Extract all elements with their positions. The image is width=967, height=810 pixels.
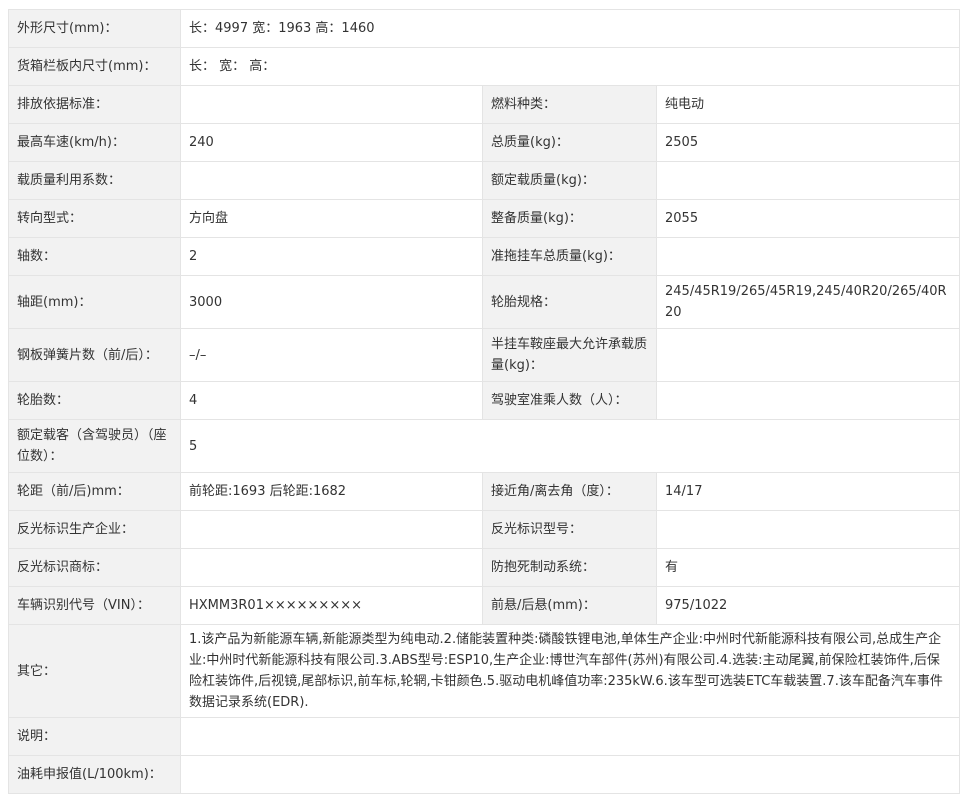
spec-row: 货箱栏板内尺寸(mm)： 长： 宽： 高： — [8, 47, 961, 86]
spec-value — [655, 161, 961, 200]
spec-value — [655, 510, 961, 549]
spec-label: 钢板弹簧片数（前/后）： — [8, 328, 181, 382]
spec-label: 接近角/离去角（度）： — [482, 472, 657, 511]
spec-label: 反光标识生产企业： — [8, 510, 181, 549]
vehicle-spec-table: 外形尺寸(mm)： 长：4997 宽：1963 高：1460 货箱栏板内尺寸(mm)… — [8, 9, 961, 794]
spec-value: 4 — [180, 381, 483, 420]
spec-value — [179, 717, 961, 756]
spec-row: 轮距（前/后)mm： 前轮距:1693 后轮距:1682 接近角/离去角（度）： 14… — [8, 472, 961, 511]
spec-value: 纯电动 — [655, 85, 961, 124]
spec-label: 说明： — [8, 717, 181, 756]
spec-label: 额定载客（含驾驶员）（座位数）： — [8, 419, 181, 473]
spec-row: 车辆识别代号（VIN）： HXMM3R01××××××××× 前悬/后悬(mm)： 9… — [8, 586, 961, 625]
spec-label: 反光标识型号： — [482, 510, 657, 549]
spec-value: 长：4997 宽：1963 高：1460 — [179, 9, 961, 48]
spec-value: 5 — [179, 419, 961, 473]
spec-value: 长： 宽： 高： — [179, 47, 961, 86]
spec-label: 货箱栏板内尺寸(mm)： — [8, 47, 181, 86]
spec-label: 轮胎数： — [8, 381, 181, 420]
spec-value — [655, 237, 961, 276]
spec-label: 整备质量(kg)： — [482, 199, 657, 238]
spec-value — [180, 548, 483, 587]
spec-value: HXMM3R01××××××××× — [180, 586, 483, 625]
spec-value: –/– — [180, 328, 483, 382]
spec-row: 说明： — [8, 717, 961, 756]
spec-row: 载质量利用系数： 额定载质量(kg)： — [8, 161, 961, 200]
spec-value: 有 — [655, 548, 961, 587]
spec-label: 半挂车鞍座最大允许承载质量(kg)： — [482, 328, 657, 382]
spec-value — [655, 328, 961, 382]
spec-row: 外形尺寸(mm)： 长：4997 宽：1963 高：1460 — [8, 9, 961, 48]
spec-value — [655, 381, 961, 420]
spec-label: 轴数： — [8, 237, 181, 276]
spec-value: 240 — [180, 123, 483, 162]
spec-row: 油耗申报值(L/100km)： — [8, 755, 961, 794]
spec-value — [179, 755, 961, 794]
spec-label: 轴距(mm)： — [8, 275, 181, 329]
spec-label: 转向型式： — [8, 199, 181, 238]
spec-label: 燃料种类： — [482, 85, 657, 124]
spec-row: 反光标识商标： 防抱死制动系统：有 — [8, 548, 961, 587]
spec-value — [180, 510, 483, 549]
spec-label: 排放依据标准： — [8, 85, 181, 124]
spec-row: 最高车速(km/h)： 240 总质量(kg)： 2505 — [8, 123, 961, 162]
spec-label: 准拖挂车总质量(kg)： — [482, 237, 657, 276]
spec-label: 车辆识别代号（VIN）： — [8, 586, 181, 625]
spec-row: 轮胎数： 4 驾驶室准乘人数（人）： — [8, 381, 961, 420]
spec-label: 载质量利用系数： — [8, 161, 181, 200]
spec-value: 2 — [180, 237, 483, 276]
spec-label: 轮距（前/后)mm： — [8, 472, 181, 511]
spec-value — [180, 161, 483, 200]
spec-label: 总质量(kg)： — [482, 123, 657, 162]
spec-label: 轮胎规格： — [482, 275, 657, 329]
spec-value — [180, 85, 483, 124]
spec-label: 额定载质量(kg)： — [482, 161, 657, 200]
spec-row: 轴距(mm)： 3000 轮胎规格： 245/45R19/265/45R19,245/… — [8, 275, 961, 329]
spec-label: 外形尺寸(mm)： — [8, 9, 181, 48]
spec-row: 转向型式： 方向盘 整备质量(kg)： 2055 — [8, 199, 961, 238]
spec-value: 2505 — [655, 123, 961, 162]
spec-row: 反光标识生产企业： 反光标识型号： — [8, 510, 961, 549]
spec-row: 排放依据标准： 燃料种类： 纯电动 — [8, 85, 961, 124]
spec-value: 2055 — [655, 199, 961, 238]
spec-value: 前轮距:1693 后轮距:1682 — [180, 472, 483, 511]
spec-value: 14/17 — [655, 472, 961, 511]
spec-value: 3000 — [180, 275, 483, 329]
spec-label: 反光标识商标： — [8, 548, 181, 587]
spec-row: 钢板弹簧片数（前/后）： –/– 半挂车鞍座最大允许承载质量(kg)： — [8, 328, 961, 382]
spec-table-body: 外形尺寸(mm)： 长：4997 宽：1963 高：1460 货箱栏板内尺寸(mm)… — [8, 9, 961, 794]
spec-value: 方向盘 — [180, 199, 483, 238]
spec-label: 最高车速(km/h)： — [8, 123, 181, 162]
spec-label: 前悬/后悬(mm)： — [482, 586, 657, 625]
spec-value: 245/45R19/265/45R19,245/40R20/265/40R20 — [655, 275, 961, 329]
spec-label: 油耗申报值(L/100km)： — [8, 755, 181, 794]
spec-value: 975/1022 — [655, 586, 961, 625]
spec-label: 其它： — [8, 624, 181, 718]
spec-label: 驾驶室准乘人数（人）： — [482, 381, 657, 420]
spec-value: 1.该产品为新能源车辆,新能源类型为纯电动.2.储能装置种类:磷酸铁锂电池,单体… — [179, 624, 961, 718]
spec-label: 防抱死制动系统： — [482, 548, 657, 587]
spec-row: 轴数： 2 准拖挂车总质量(kg)： — [8, 237, 961, 276]
spec-row: 其它： 1.该产品为新能源车辆,新能源类型为纯电动.2.储能装置种类:磷酸铁锂电池… — [8, 624, 961, 718]
spec-row: 额定载客（含驾驶员）（座位数）： 5 — [8, 419, 961, 473]
